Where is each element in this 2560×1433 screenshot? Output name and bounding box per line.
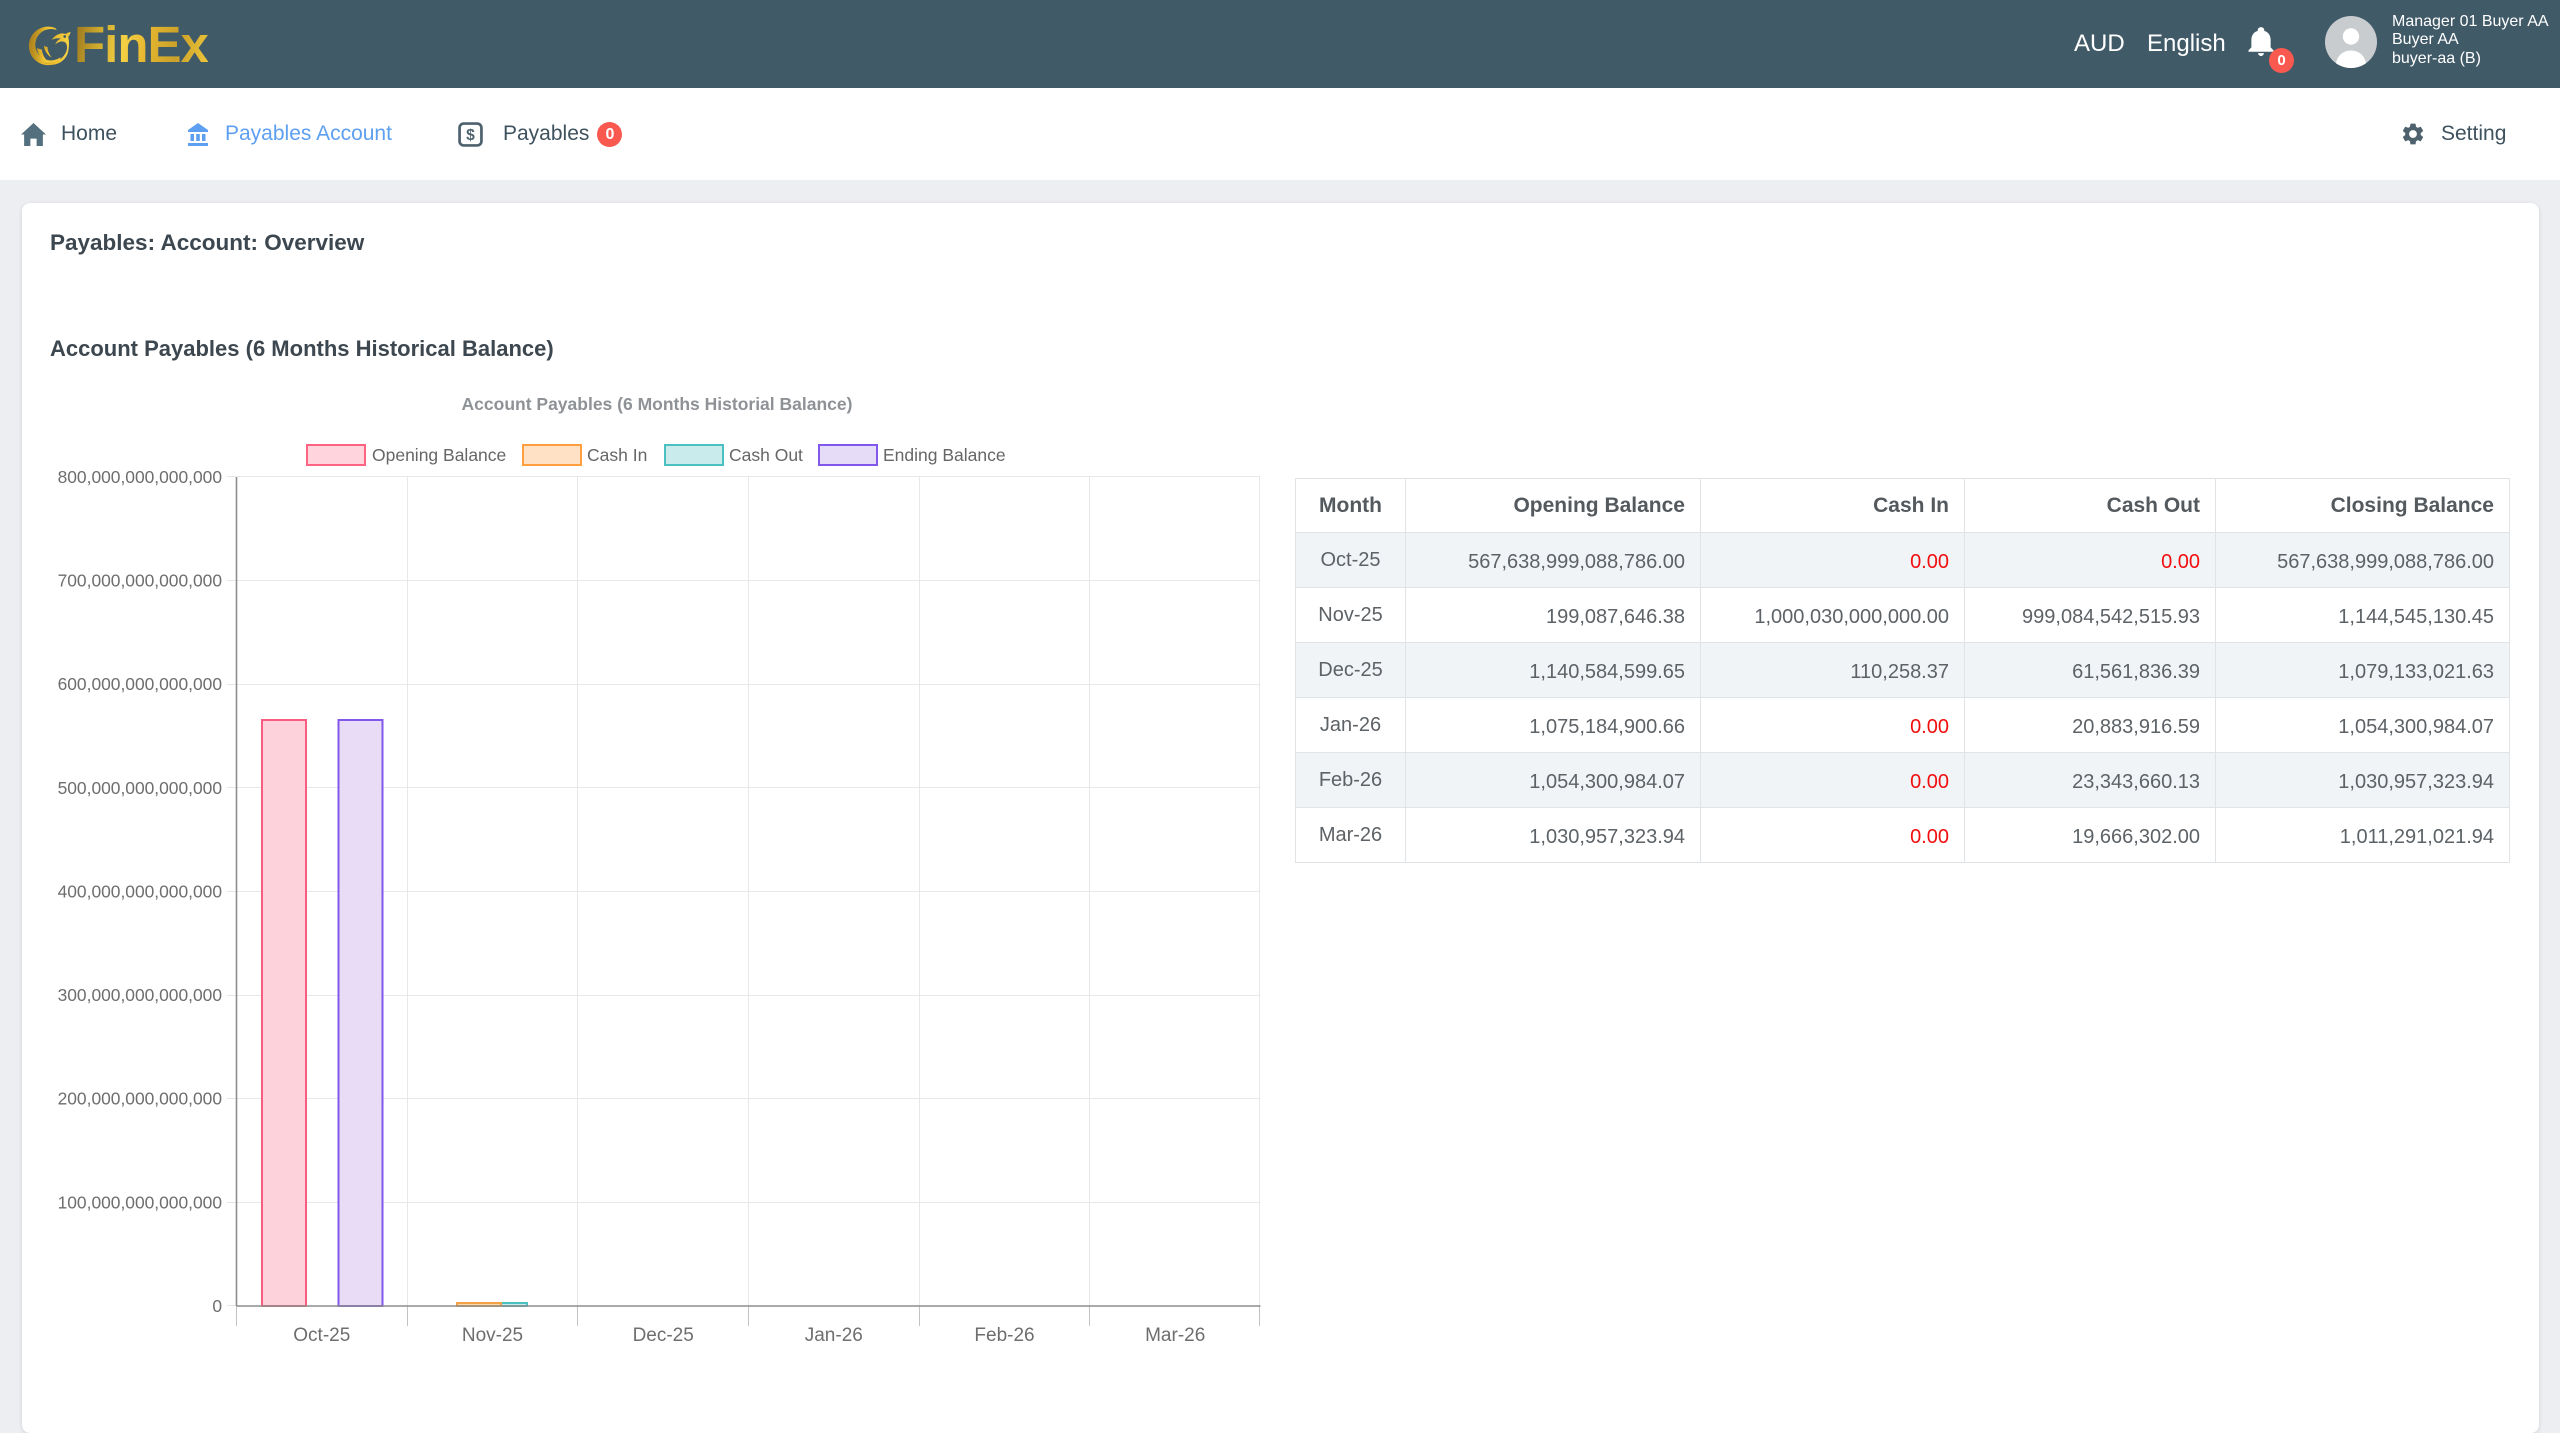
svg-text:600,000,000,000,000: 600,000,000,000,000 <box>58 674 222 694</box>
svg-text:700,000,000,000,000: 700,000,000,000,000 <box>58 571 222 591</box>
svg-text:Feb-26: Feb-26 <box>974 1325 1034 1346</box>
svg-text:Jan-26: Jan-26 <box>805 1325 863 1346</box>
svg-text:Nov-25: Nov-25 <box>462 1325 523 1346</box>
svg-text:200,000,000,000,000: 200,000,000,000,000 <box>58 1089 222 1109</box>
svg-text:Account Payables (6 Months His: Account Payables (6 Months Historial Bal… <box>462 394 853 414</box>
svg-text:Dec-25: Dec-25 <box>633 1325 694 1346</box>
svg-text:Ending Balance: Ending Balance <box>883 445 1006 465</box>
svg-text:0: 0 <box>212 1296 222 1316</box>
svg-text:800,000,000,000,000: 800,000,000,000,000 <box>58 467 222 487</box>
svg-text:Mar-26: Mar-26 <box>1145 1325 1205 1346</box>
svg-text:Oct-25: Oct-25 <box>293 1325 350 1346</box>
svg-text:100,000,000,000,000: 100,000,000,000,000 <box>58 1192 222 1212</box>
svg-text:400,000,000,000,000: 400,000,000,000,000 <box>58 881 222 901</box>
svg-text:Cash Out: Cash Out <box>729 445 803 465</box>
svg-text:500,000,000,000,000: 500,000,000,000,000 <box>58 778 222 798</box>
svg-text:300,000,000,000,000: 300,000,000,000,000 <box>58 985 222 1005</box>
svg-text:Cash In: Cash In <box>587 445 647 465</box>
svg-text:Opening Balance: Opening Balance <box>372 445 506 465</box>
